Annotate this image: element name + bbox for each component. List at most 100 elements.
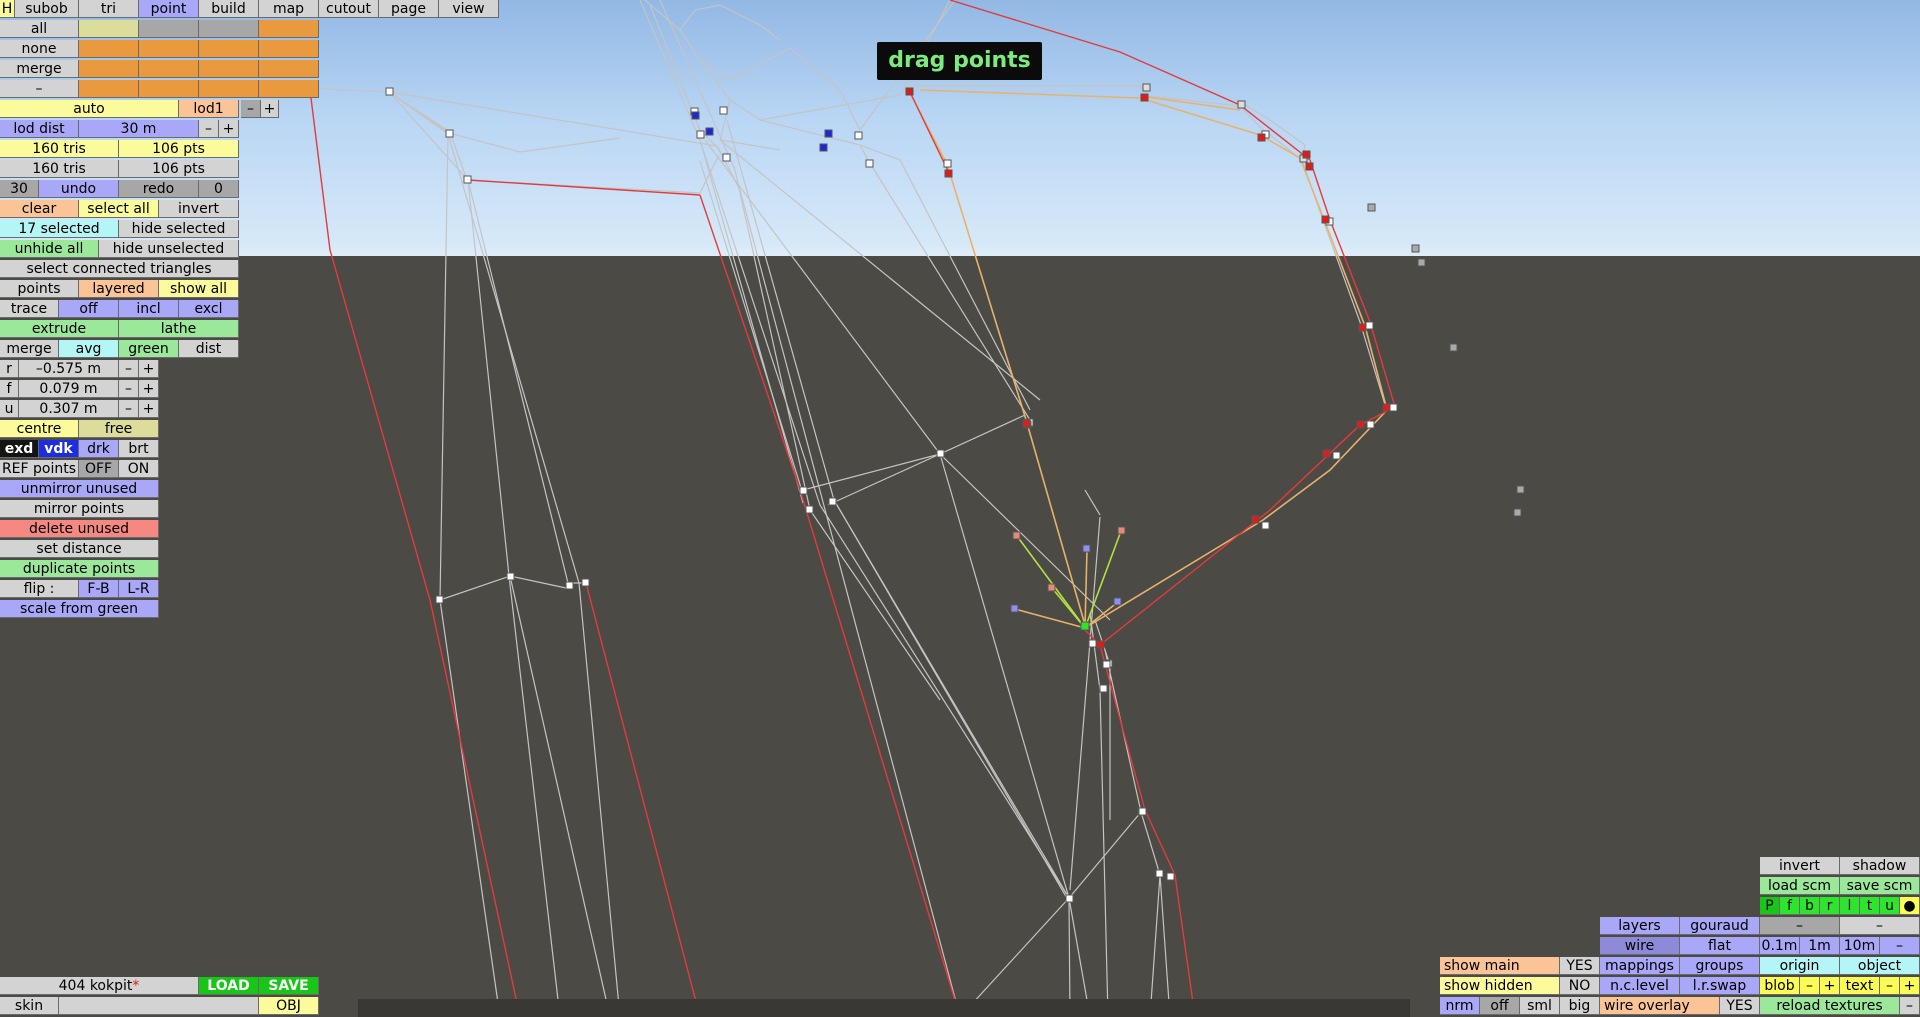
swatch-cell[interactable] (79, 60, 139, 78)
tab-page[interactable]: page (379, 0, 439, 18)
view-l-button[interactable]: l (1840, 897, 1860, 915)
lod-dist-plus[interactable]: + (219, 120, 239, 138)
set-distance-button[interactable]: set distance (0, 540, 159, 558)
scale-from-green-button[interactable]: scale from green (0, 600, 159, 618)
ref-points-off[interactable]: OFF (79, 460, 119, 478)
layered-toggle[interactable]: layered (79, 280, 159, 298)
gouraud-button[interactable]: gouraud (1680, 917, 1760, 935)
flip-lr-button[interactable]: L-R (119, 580, 159, 598)
merge-avg-button[interactable]: avg (59, 340, 119, 358)
lathe-button[interactable]: lathe (119, 320, 239, 338)
lod-dist-minus[interactable]: – (199, 120, 219, 138)
points-mode[interactable]: points (0, 280, 79, 298)
load-scm-button[interactable]: load scm (1760, 877, 1840, 895)
swatch-cell[interactable] (199, 60, 259, 78)
save-scm-button[interactable]: save scm (1840, 877, 1920, 895)
swatch-cell[interactable] (199, 40, 259, 58)
blob-plus-button[interactable]: + (1820, 977, 1840, 995)
lod-dist-value[interactable]: 30 m (79, 120, 199, 138)
skin-field[interactable] (59, 997, 259, 1015)
show-all-toggle[interactable]: show all (159, 280, 239, 298)
swatch-cell[interactable] (79, 20, 139, 38)
redo-button[interactable]: redo (119, 180, 199, 198)
text-minus-button[interactable]: – (1880, 977, 1900, 995)
tab-map[interactable]: map (259, 0, 319, 18)
view-p-button[interactable]: P (1760, 897, 1780, 915)
text-plus-button[interactable]: + (1900, 977, 1920, 995)
select-all-layer[interactable]: all (0, 20, 79, 38)
swatch-cell[interactable] (259, 20, 319, 38)
delete-unused-button[interactable]: delete unused (0, 520, 159, 538)
vdk-button[interactable]: vdk (39, 440, 79, 458)
minus-layer[interactable]: – (0, 80, 79, 98)
swatch-cell[interactable] (199, 80, 259, 98)
hide-selected-button[interactable]: hide selected (119, 220, 239, 238)
swatch-cell[interactable] (139, 80, 199, 98)
view-f-button[interactable]: f (1780, 897, 1800, 915)
merge-green-button[interactable]: green (119, 340, 179, 358)
invert-button[interactable]: invert (1760, 857, 1840, 875)
nc-level-button[interactable]: n.c.level (1600, 977, 1680, 995)
tab-point[interactable]: point (139, 0, 199, 18)
swatch-cell[interactable] (259, 60, 319, 78)
f-minus-button[interactable]: – (119, 380, 139, 398)
grid-10m-button[interactable]: 10m (1840, 937, 1880, 955)
swatch-cell[interactable] (139, 60, 199, 78)
wire-overlay-toggle[interactable]: YES (1720, 997, 1760, 1015)
undo-button[interactable]: undo (39, 180, 119, 198)
mirror-points-button[interactable]: mirror points (0, 500, 159, 518)
swatch-cell[interactable] (139, 40, 199, 58)
exd-button[interactable]: exd (0, 440, 39, 458)
blob-minus-button[interactable]: – (1800, 977, 1820, 995)
grid-1m-button[interactable]: 1m (1800, 937, 1840, 955)
tab-tri[interactable]: tri (79, 0, 139, 18)
u-plus-button[interactable]: + (139, 400, 159, 418)
trace-incl-button[interactable]: incl (119, 300, 179, 318)
shadow-button[interactable]: shadow (1840, 857, 1920, 875)
mappings-button[interactable]: mappings (1600, 957, 1680, 975)
f-value[interactable]: 0.079 m (19, 380, 119, 398)
tab-cutout[interactable]: cutout (319, 0, 379, 18)
duplicate-points-button[interactable]: duplicate points (0, 560, 159, 578)
swatch-cell[interactable] (259, 40, 319, 58)
normals-sml-button[interactable]: sml (1520, 997, 1560, 1015)
r-minus-button[interactable]: – (119, 360, 139, 378)
swatch-cell[interactable] (79, 40, 139, 58)
trace-excl-button[interactable]: excl (179, 300, 239, 318)
nrm-button[interactable]: nrm (1440, 997, 1480, 1015)
groups-button[interactable]: groups (1680, 957, 1760, 975)
h-button[interactable]: H (0, 0, 15, 18)
select-all-button[interactable]: select all (79, 200, 159, 218)
tab-build[interactable]: build (199, 0, 259, 18)
show-hidden-toggle[interactable]: NO (1560, 977, 1600, 995)
viewport-3d[interactable] (0, 0, 1920, 1017)
obj-button[interactable]: OBJ (259, 997, 319, 1015)
trace-off-button[interactable]: off (59, 300, 119, 318)
load-button[interactable]: LOAD (199, 977, 259, 995)
unmirror-unused-button[interactable]: unmirror unused (0, 480, 159, 498)
file-name[interactable]: 404 kokpit* (0, 977, 199, 995)
r-value[interactable]: –0.575 m (19, 360, 119, 378)
layers-button[interactable]: layers (1600, 917, 1680, 935)
centre-button[interactable]: centre (0, 420, 79, 438)
brt-button[interactable]: brt (119, 440, 159, 458)
swatch-cell[interactable] (199, 20, 259, 38)
merge-dist-button[interactable]: dist (179, 340, 239, 358)
reload-minus-button[interactable]: – (1900, 997, 1920, 1015)
normals-big-button[interactable]: big (1560, 997, 1600, 1015)
save-button[interactable]: SAVE (259, 977, 319, 995)
vertices[interactable] (385, 83, 1525, 1008)
grid-off-button[interactable]: – (1880, 937, 1920, 955)
dash-button-2[interactable]: – (1840, 917, 1920, 935)
drk-button[interactable]: drk (79, 440, 119, 458)
flat-button[interactable]: flat (1680, 937, 1760, 955)
lod-minus-button[interactable]: – (241, 100, 261, 118)
ref-points-on[interactable]: ON (119, 460, 159, 478)
tab-subob[interactable]: subob (15, 0, 79, 18)
r-plus-button[interactable]: + (139, 360, 159, 378)
grid-0-1m-button[interactable]: 0.1m (1760, 937, 1800, 955)
view-r-button[interactable]: r (1820, 897, 1840, 915)
reload-textures-button[interactable]: reload textures (1760, 997, 1900, 1015)
select-connected-triangles-button[interactable]: select connected triangles (0, 260, 239, 278)
normals-off-button[interactable]: off (1480, 997, 1520, 1015)
